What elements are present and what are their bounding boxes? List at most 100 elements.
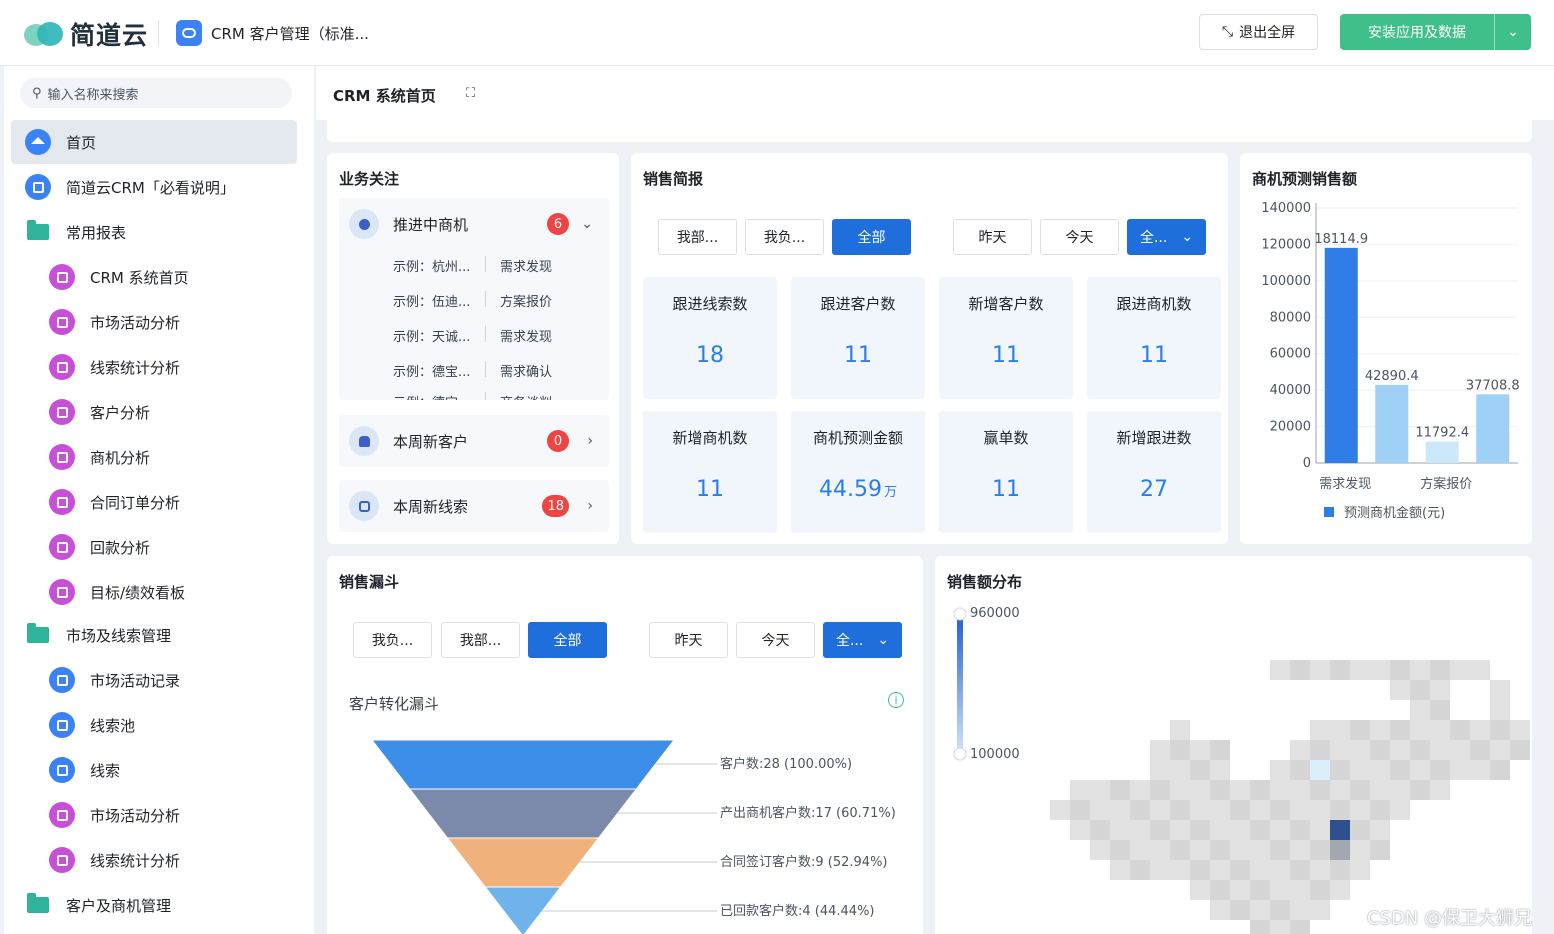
fullscreen-icon[interactable]: ⛶ xyxy=(466,86,475,101)
map-region[interactable] xyxy=(1370,660,1390,680)
bar[interactable] xyxy=(1425,441,1459,463)
map-region[interactable] xyxy=(1350,720,1370,740)
sidebar-item[interactable]: 市场及线索管理 xyxy=(11,613,297,657)
map-region[interactable] xyxy=(1390,680,1410,700)
map-region[interactable] xyxy=(1270,920,1290,934)
sidebar-item[interactable]: 目标/绩效看板 xyxy=(11,570,297,614)
sidebar-item[interactable]: 商机分析 xyxy=(11,435,297,479)
map-region[interactable] xyxy=(1210,880,1230,900)
map-region[interactable] xyxy=(1430,680,1450,700)
exit-fullscreen-button[interactable]: ⤡ 退出全屏 xyxy=(1199,14,1318,50)
map-region[interactable] xyxy=(1330,740,1350,760)
sidebar-item[interactable]: 合同订单分析 xyxy=(11,480,297,524)
map-region[interactable] xyxy=(1330,720,1350,740)
map-region[interactable] xyxy=(1310,820,1330,840)
map-region[interactable] xyxy=(1330,880,1350,900)
map-region[interactable] xyxy=(1130,820,1150,840)
map-region[interactable] xyxy=(1190,780,1210,800)
map-region[interactable] xyxy=(1290,920,1310,934)
map-region[interactable] xyxy=(1090,780,1110,800)
map-region[interactable] xyxy=(1310,840,1330,860)
map-region[interactable] xyxy=(1270,880,1290,900)
map-region[interactable] xyxy=(1110,820,1130,840)
filter-mine[interactable]: 我负... xyxy=(745,219,824,255)
map-region[interactable] xyxy=(1270,760,1290,780)
visual-map-handle[interactable] xyxy=(953,607,967,621)
map-region[interactable] xyxy=(1070,800,1090,820)
map-region[interactable] xyxy=(1210,780,1230,800)
map-region[interactable] xyxy=(1190,820,1210,840)
install-button[interactable]: 安装应用及数据 ⌄ xyxy=(1340,14,1531,50)
map-region[interactable] xyxy=(1170,840,1190,860)
map-region[interactable] xyxy=(1170,800,1190,820)
map-region[interactable] xyxy=(1170,760,1190,780)
map-region[interactable] xyxy=(1270,860,1290,880)
map-region[interactable] xyxy=(1450,660,1470,680)
map-region[interactable] xyxy=(1430,660,1450,680)
kpi-tile[interactable]: 新增客户数 11 xyxy=(939,277,1073,399)
map-region[interactable] xyxy=(1230,780,1250,800)
map-region[interactable] xyxy=(1430,780,1450,800)
install-label[interactable]: 安装应用及数据 xyxy=(1340,14,1495,50)
map-region[interactable] xyxy=(1230,840,1250,860)
map-region[interactable] xyxy=(1290,660,1310,680)
map-region[interactable] xyxy=(1070,820,1090,840)
chevron-right-icon[interactable]: › xyxy=(587,498,593,514)
map-region[interactable] xyxy=(1410,740,1430,760)
sidebar-item[interactable]: 线索统计分析 xyxy=(11,838,297,882)
chevron-right-icon[interactable]: › xyxy=(587,433,593,449)
funnel-stage[interactable] xyxy=(370,739,676,790)
map-region[interactable] xyxy=(1350,840,1370,860)
map-region[interactable] xyxy=(1490,700,1510,720)
visual-map-bar[interactable] xyxy=(957,614,963,752)
map-region[interactable] xyxy=(1490,760,1510,780)
map-region[interactable] xyxy=(1290,880,1310,900)
bar[interactable] xyxy=(1476,394,1510,463)
kpi-tile[interactable]: 新增跟进数 27 xyxy=(1087,411,1221,533)
visual-map-handle[interactable] xyxy=(953,747,967,761)
sidebar-item[interactable]: 客户及商机管理 xyxy=(11,883,297,927)
map-region[interactable] xyxy=(1350,820,1370,840)
map-region[interactable] xyxy=(1210,820,1230,840)
map-region[interactable] xyxy=(1210,860,1230,880)
map-region[interactable] xyxy=(1430,700,1450,720)
bar[interactable] xyxy=(1324,247,1358,463)
map-region[interactable] xyxy=(1170,720,1190,740)
map-region[interactable] xyxy=(1150,760,1170,780)
map-region[interactable] xyxy=(1410,680,1430,700)
biz-group-new-leads[interactable]: 本周新线索 18 › xyxy=(339,480,609,532)
map-region[interactable] xyxy=(1270,780,1290,800)
kpi-tile[interactable]: 跟进客户数 11 xyxy=(791,277,925,399)
map-region[interactable] xyxy=(1150,740,1170,760)
kpi-tile[interactable]: 跟进线索数 18 xyxy=(643,277,777,399)
map-region[interactable] xyxy=(1290,820,1310,840)
map-region[interactable] xyxy=(1250,840,1270,860)
map-region[interactable] xyxy=(1310,860,1330,880)
map-region[interactable] xyxy=(1170,820,1190,840)
map-region[interactable] xyxy=(1070,780,1090,800)
map-region[interactable] xyxy=(1210,900,1230,920)
map-region[interactable] xyxy=(1390,760,1410,780)
filter-my-dept[interactable]: 我部... xyxy=(658,219,737,255)
map-region[interactable] xyxy=(1210,740,1230,760)
map-region[interactable] xyxy=(1470,660,1490,680)
map-region[interactable] xyxy=(1270,820,1290,840)
map-region[interactable] xyxy=(1290,780,1310,800)
map-region[interactable] xyxy=(1430,720,1450,740)
sidebar-item[interactable]: 线索池 xyxy=(11,703,297,747)
list-item[interactable]: 示例：杭州... 需求发现 xyxy=(393,256,552,275)
map-region[interactable] xyxy=(1290,840,1310,860)
map-region[interactable] xyxy=(1310,900,1330,920)
sidebar-item[interactable]: 常用报表 xyxy=(11,210,297,254)
sidebar-item[interactable]: CRM 系统首页 xyxy=(11,255,297,299)
map-region[interactable] xyxy=(1410,780,1430,800)
map-region[interactable] xyxy=(1310,720,1330,740)
map-region[interactable] xyxy=(1330,780,1350,800)
map-region[interactable] xyxy=(1330,800,1350,820)
map-region[interactable] xyxy=(1410,760,1430,780)
sidebar-item[interactable]: 首页 xyxy=(11,120,297,164)
map-region[interactable] xyxy=(1230,800,1250,820)
map-region[interactable] xyxy=(1210,840,1230,860)
map-region[interactable] xyxy=(1230,900,1250,920)
map-region[interactable] xyxy=(1250,920,1270,934)
